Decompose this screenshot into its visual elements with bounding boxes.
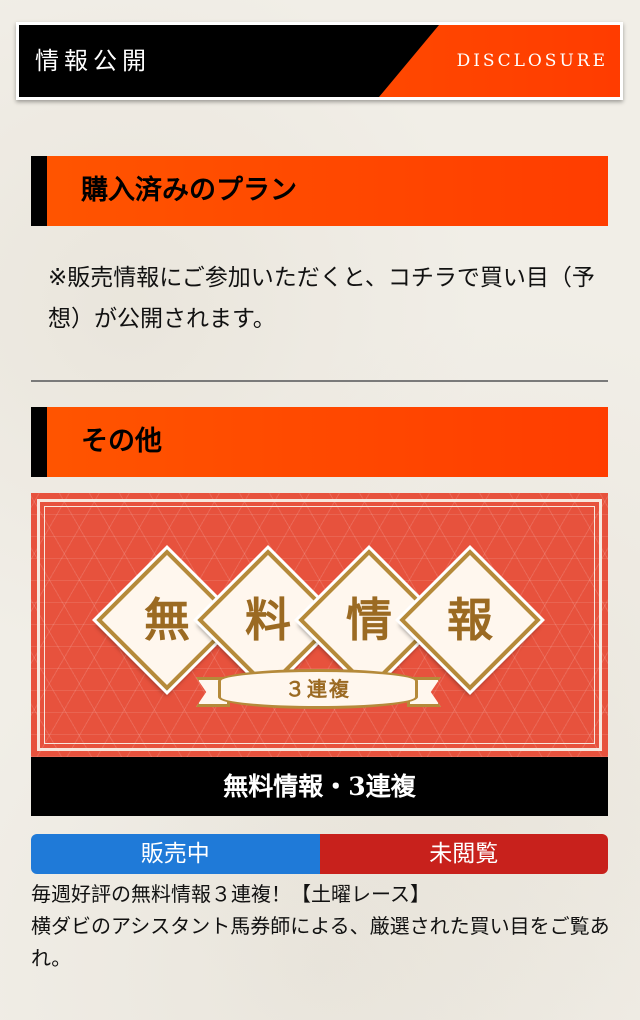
- page-subtitle: DISCLOSURE: [456, 51, 608, 71]
- status-bar: 販売中 未閲覧: [31, 834, 608, 874]
- banner-diamond: 報: [399, 549, 541, 691]
- status-badge-on-sale: 販売中: [31, 834, 320, 874]
- item-description: 毎週好評の無料情報３連複！【土曜レース】 横ダビのアシスタント馬券師による、厳選…: [31, 878, 616, 974]
- purchased-note: ※販売情報にご参加いただくと、コチラで買い目（予想）が公開されます。: [48, 265, 595, 332]
- section-divider: [31, 380, 608, 382]
- banner-ribbon: ３連複: [196, 663, 441, 715]
- page-title: 情報公開: [35, 47, 151, 75]
- banner-caption[interactable]: 無料情報・3連複: [31, 757, 608, 816]
- description-line: 横ダビのアシスタント馬券師による、厳選された買い目をご覧あれ。: [31, 914, 610, 970]
- status-badge-unread: 未閲覧: [319, 834, 608, 874]
- section-heading-purchased: 購入済みのプラン: [31, 156, 608, 226]
- free-info-banner[interactable]: 無 料 情 報 ３連複: [31, 493, 608, 757]
- section-heading-label: その他: [81, 426, 162, 457]
- section-heading-label: 購入済みのプラン: [81, 175, 297, 206]
- ribbon-label: ３連複: [285, 677, 351, 701]
- section-heading-other: その他: [31, 407, 608, 477]
- page-header: 情報公開 DISCLOSURE: [16, 22, 623, 100]
- banner-char: 報: [447, 593, 493, 647]
- description-line: 毎週好評の無料情報３連複！【土曜レース】: [31, 882, 430, 906]
